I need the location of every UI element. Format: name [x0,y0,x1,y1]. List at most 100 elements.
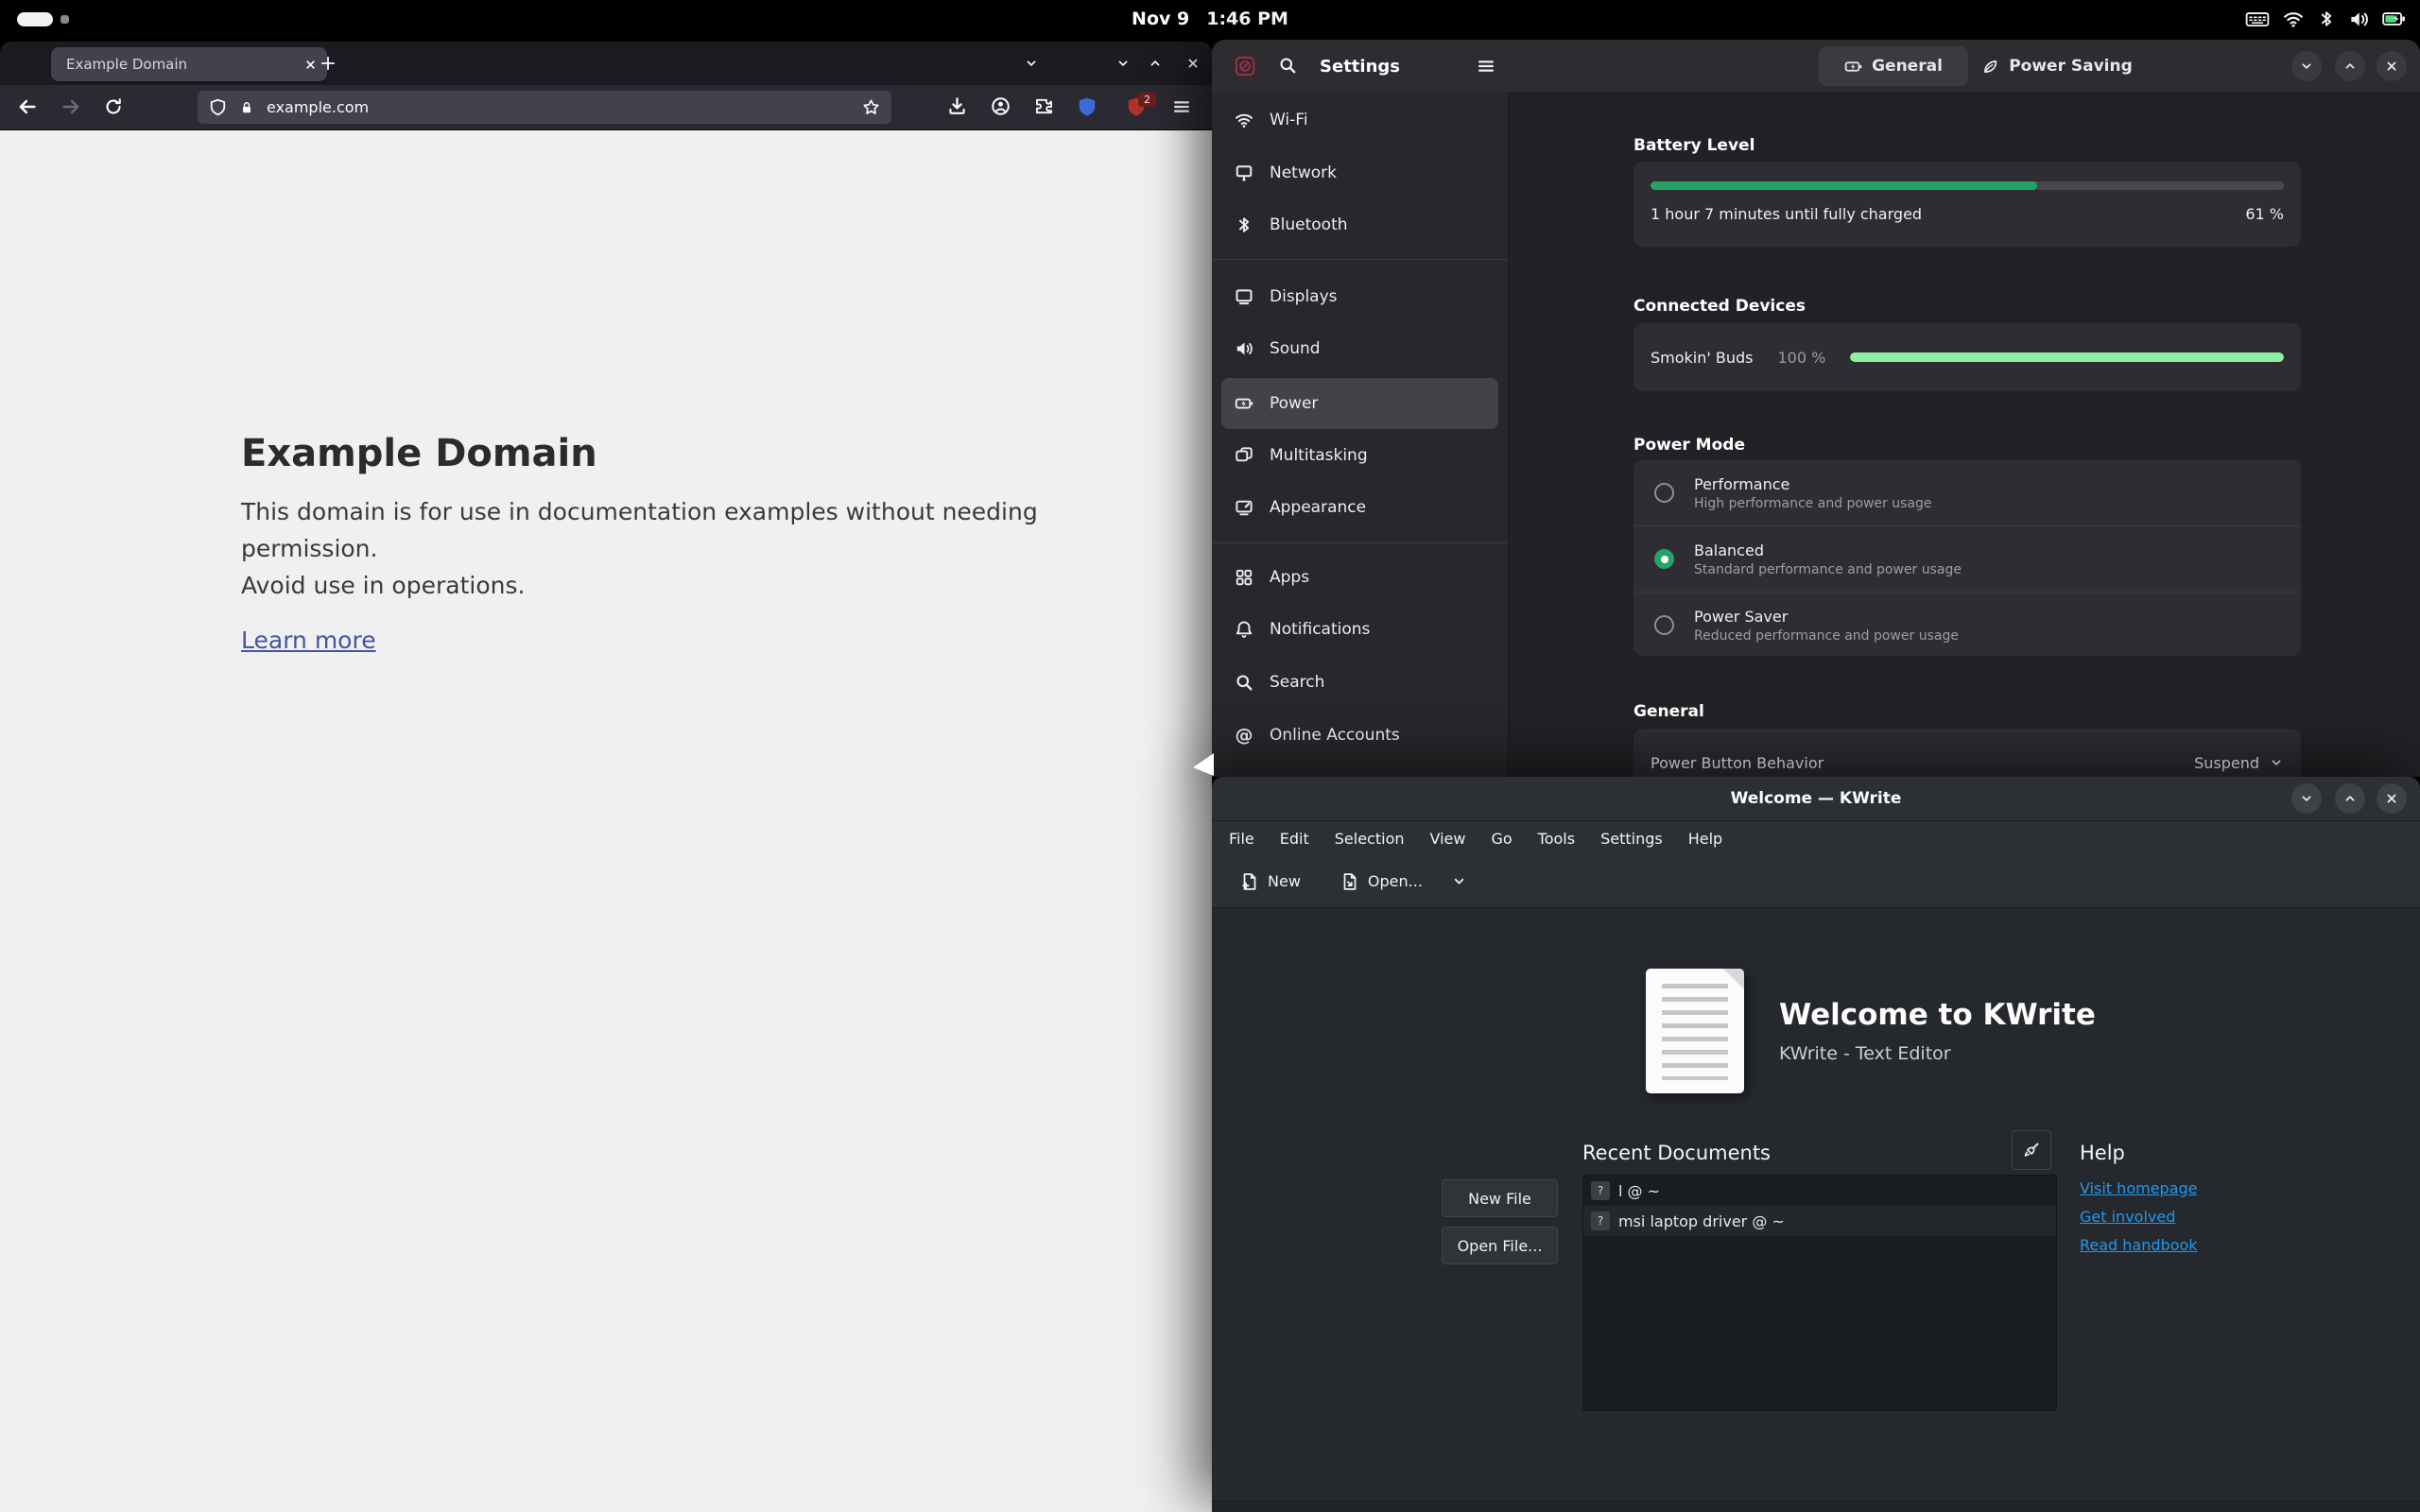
battery-charging-icon[interactable] [2382,10,2407,27]
chevron-down-icon[interactable] [2269,755,2284,770]
open-file-button[interactable]: Open File... [1442,1227,1558,1264]
window-minimize-button[interactable] [2291,51,2322,81]
window-maximize-button[interactable] [2335,783,2365,814]
menu-help[interactable]: Help [1688,830,1722,848]
battery-status-text: 1 hour 7 minutes until fully charged [1651,205,1923,223]
bluetooth-icon [1235,215,1253,234]
window-minimize-button[interactable] [2291,783,2322,814]
power-icon [1235,394,1253,413]
sidebar-item-network[interactable]: Network [1221,147,1498,198]
sidebar-item-power[interactable]: Power [1221,378,1498,429]
forward-icon[interactable] [60,96,81,117]
settings-content: Battery Level 1 hour 7 minutes until ful… [1508,93,2420,777]
learn-more-link[interactable]: Learn more [241,627,376,654]
clock-button[interactable]: Nov 9 1:46 PM [0,0,2420,38]
sidebar-item-displays[interactable]: Displays [1221,271,1498,322]
tab-close-icon[interactable] [303,58,318,72]
sidebar-item-bluetooth[interactable]: Bluetooth [1221,199,1498,250]
device-progressbar [1850,352,2284,362]
radio-power-saver[interactable] [1654,615,1674,635]
bluetooth-status-icon[interactable] [2317,9,2336,28]
sidebar-menu-hamburger-icon[interactable] [1477,57,1495,76]
ublock-shield-icon[interactable]: 2 [1126,93,1156,117]
ublock-badge: 2 [1138,93,1156,107]
menu-file[interactable]: File [1229,830,1254,848]
sidebar-item-online-accounts[interactable]: @ Online Accounts [1221,710,1498,761]
back-icon[interactable] [17,96,38,117]
radio-performance[interactable] [1654,483,1674,503]
kwrite-titlebar[interactable]: Welcome — KWrite [1212,777,2420,821]
open-document-button[interactable]: Open... [1331,865,1432,899]
recent-documents-list[interactable]: ? l @ ~ ? msi laptop driver @ ~ [1582,1175,2057,1411]
sidebar-item-wifi[interactable]: Wi-Fi [1221,94,1498,146]
bookmark-star-icon[interactable] [862,98,880,116]
extensions-puzzle-icon[interactable] [1033,96,1053,116]
tab-power-saving[interactable]: Power Saving [1980,46,2134,86]
sidebar-divider [1212,259,1508,260]
recent-item-label: msi laptop driver @ ~ [1618,1211,1785,1230]
browser-tab[interactable]: Example Domain [51,47,327,81]
new-document-button[interactable]: New [1231,865,1310,899]
wifi-status-icon[interactable] [2283,9,2304,29]
volume-status-icon[interactable] [2349,9,2369,29]
device-progress-fill [1850,352,2284,362]
search-icon [1235,673,1253,692]
battery-progress-fill [1651,181,2037,190]
tab-general[interactable]: General [1819,46,1968,86]
power-button-behavior-value[interactable]: Suspend [2194,754,2259,772]
downloads-icon[interactable] [947,96,967,116]
recent-document-item[interactable]: ? l @ ~ [1583,1176,2056,1206]
menu-settings[interactable]: Settings [1600,830,1663,848]
battery-progressbar [1651,181,2284,190]
broom-icon [2022,1141,2041,1160]
sidebar-item-notifications[interactable]: Notifications [1221,604,1498,655]
gnome-top-bar: Nov 9 1:46 PM [0,0,2420,38]
sidebar-item-apps[interactable]: Apps [1221,552,1498,603]
sidebar-item-multitasking[interactable]: Multitasking [1221,430,1498,481]
menu-selection[interactable]: Selection [1335,830,1405,848]
option-performance[interactable]: Performance High performance and power u… [1634,460,2301,525]
url-text[interactable]: example.com [267,98,850,116]
list-all-tabs-icon[interactable] [1024,56,1039,71]
connected-devices-header: Connected Devices [1634,297,1806,316]
option-power-saver[interactable]: Power Saver Reduced performance and powe… [1634,592,2301,658]
visit-homepage-link[interactable]: Visit homepage [2080,1179,2198,1197]
notifications-bell-icon [1235,620,1253,639]
window-minimize-icon[interactable] [1115,56,1131,71]
window-close-button[interactable] [2377,783,2407,814]
window-maximize-button[interactable] [2335,51,2365,81]
window-maximize-icon[interactable] [1148,56,1163,71]
system-tray[interactable] [2245,0,2407,38]
account-icon[interactable] [991,96,1011,116]
sidebar-item-sound[interactable]: Sound [1221,323,1498,374]
get-involved-link[interactable]: Get involved [2080,1208,2175,1226]
menu-tools[interactable]: Tools [1538,830,1575,848]
keyboard-layout-icon[interactable] [2245,9,2270,28]
read-handbook-link[interactable]: Read handbook [2080,1236,2198,1254]
window-close-icon[interactable] [1185,56,1201,71]
welcome-title: Welcome to KWrite [1779,998,2096,1032]
password-manager-shield-icon[interactable] [1077,96,1098,117]
general-card: Power Button Behavior Suspend [1634,729,2301,777]
power-button-behavior-row[interactable]: Power Button Behavior Suspend [1634,729,2301,777]
url-bar[interactable]: example.com [198,91,891,124]
lock-icon[interactable] [239,100,254,115]
tracking-protection-shield-icon[interactable] [209,98,227,116]
radio-balanced-selected[interactable] [1654,549,1674,569]
sidebar-item-search[interactable]: Search [1221,657,1498,708]
menu-view[interactable]: View [1430,830,1466,848]
menu-go[interactable]: Go [1491,830,1512,848]
new-tab-button[interactable] [320,55,337,72]
option-balanced[interactable]: Balanced Standard performance and power … [1634,525,2301,592]
new-file-button[interactable]: New File [1442,1179,1558,1217]
tab-title: Example Domain [66,56,188,73]
reload-icon[interactable] [104,97,123,116]
recent-document-item[interactable]: ? msi laptop driver @ ~ [1583,1206,2056,1236]
menu-hamburger-icon[interactable] [1172,97,1191,116]
recent-documents-header: Recent Documents [1582,1142,1771,1164]
open-recent-dropdown[interactable] [1442,866,1477,897]
sidebar-item-appearance[interactable]: Appearance [1221,482,1498,533]
menu-edit[interactable]: Edit [1280,830,1309,848]
window-close-button[interactable] [2377,51,2407,81]
forget-all-broom-button[interactable] [2012,1130,2051,1170]
